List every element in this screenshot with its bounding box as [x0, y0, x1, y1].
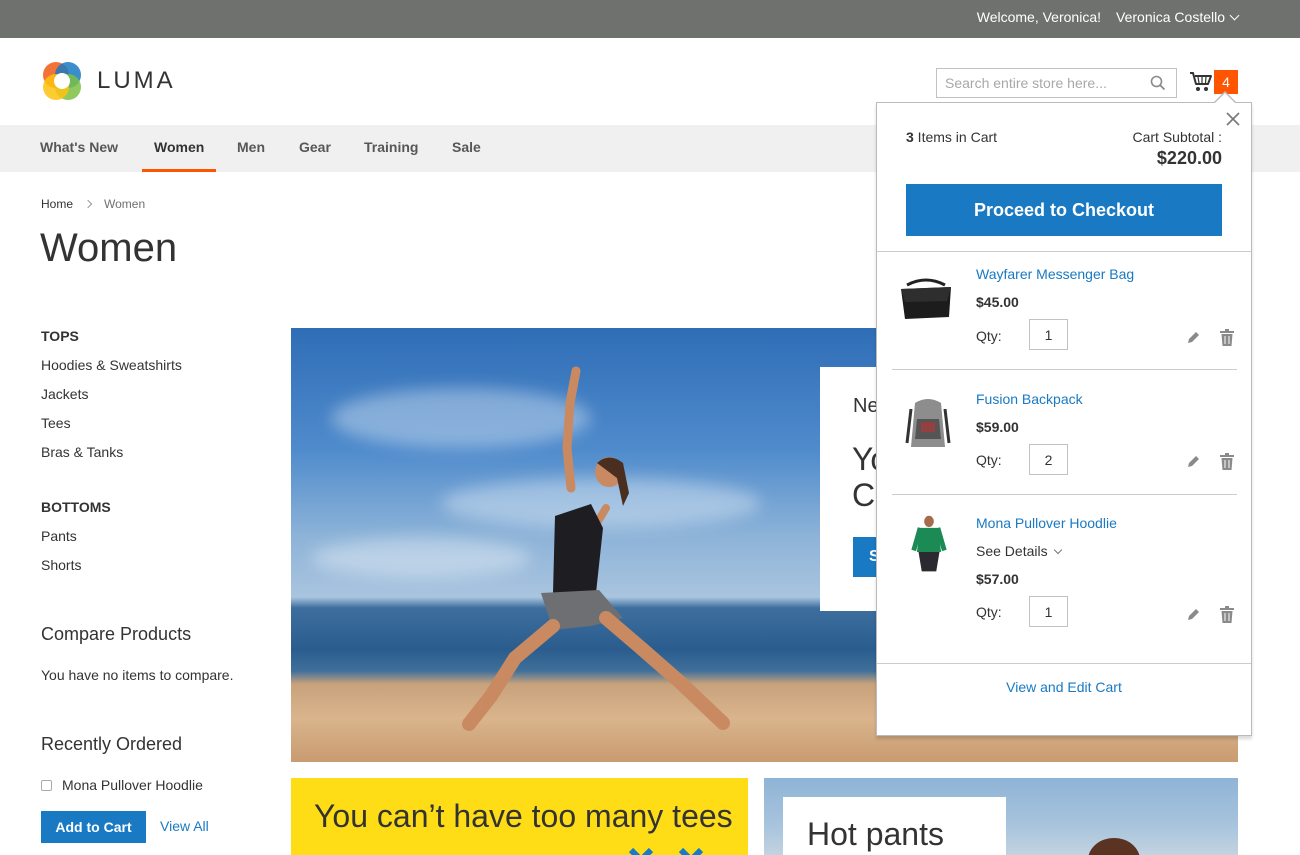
pencil-icon[interactable] — [1185, 607, 1201, 623]
account-menu[interactable]: Veronica Costello — [1116, 9, 1240, 25]
qty-input[interactable] — [1029, 319, 1068, 350]
promo-pants-text: Hot pants — [807, 816, 944, 852]
tops-heading: TOPS — [41, 328, 79, 344]
divider — [877, 663, 1251, 664]
search-box — [936, 68, 1177, 98]
product-thumbnail[interactable] — [900, 515, 958, 573]
cart-subtotal-value: $220.00 — [1156, 148, 1222, 168]
cart-items-count: 3 Items in Cart — [906, 129, 998, 145]
cart-item-price: $45.00 — [976, 294, 1019, 310]
view-all-link[interactable]: View All — [160, 818, 209, 834]
nav-item-women[interactable]: Women — [142, 125, 217, 172]
trash-icon[interactable] — [1220, 606, 1234, 623]
nav-item-men[interactable]: Men — [237, 125, 265, 172]
category-link[interactable]: Pants — [41, 528, 77, 544]
view-and-edit-cart-link[interactable]: View and Edit Cart — [877, 679, 1251, 695]
luma-logo-icon — [43, 62, 81, 100]
product-thumbnail[interactable] — [899, 395, 957, 453]
breadcrumb-current: Women — [104, 197, 146, 211]
see-details-toggle[interactable]: See Details — [976, 543, 1062, 559]
store-logo[interactable]: LUMA — [41, 60, 176, 102]
cart-item-price: $59.00 — [976, 419, 1019, 435]
recent-item-checkbox[interactable] — [41, 780, 52, 791]
category-link[interactable]: Jackets — [41, 386, 88, 402]
qty-input[interactable] — [1029, 596, 1068, 627]
qty-label: Qty: — [976, 604, 1002, 620]
category-link[interactable]: Bras & Tanks — [41, 444, 123, 460]
promo-pants-tile[interactable]: Hot pants — [764, 778, 1238, 855]
chevron-right-icon — [83, 199, 93, 209]
compare-products-title: Compare Products — [41, 624, 192, 644]
promo-tees-text: You can’t have too many tees — [314, 798, 733, 834]
qty-label: Qty: — [976, 452, 1002, 468]
nav-item-sale[interactable]: Sale — [452, 125, 481, 172]
cart-item-name[interactable]: Fusion Backpack — [976, 391, 1083, 407]
qty-label: Qty: — [976, 328, 1002, 344]
hero-callout-line3: C — [852, 477, 876, 513]
compare-empty-text: You have no items to compare. — [41, 667, 234, 683]
pencil-icon[interactable] — [1185, 330, 1201, 346]
logo-text: LUMA — [97, 67, 176, 94]
bottoms-heading: BOTTOMS — [41, 499, 111, 515]
promo-pants-card: Hot pants — [783, 797, 1006, 855]
promo-tees-tile[interactable]: You can’t have too many tees — [291, 778, 748, 855]
cart-item-name[interactable]: Wayfarer Messenger Bag — [976, 266, 1134, 282]
breadcrumb-home[interactable]: Home — [41, 197, 73, 211]
divider — [877, 251, 1251, 252]
account-name: Veronica Costello — [1116, 9, 1225, 25]
welcome-message: Welcome, Veronica! — [976, 9, 1101, 25]
page-title: Women — [40, 226, 178, 270]
category-link[interactable]: Hoodies & Sweatshirts — [41, 357, 182, 373]
breadcrumb: Home Women — [41, 197, 145, 211]
nav-item-whats-new[interactable]: What's New — [40, 125, 118, 172]
search-input[interactable] — [937, 69, 1137, 97]
category-link[interactable]: Tees — [41, 415, 71, 431]
chevron-down-icon — [1053, 545, 1062, 555]
cart-subtotal-label: Cart Subtotal : — [1132, 129, 1223, 145]
product-thumbnail[interactable] — [897, 271, 955, 329]
nav-item-gear[interactable]: Gear — [299, 125, 331, 172]
cart-item-price: $57.00 — [976, 571, 1019, 587]
cart-icon[interactable] — [1189, 71, 1213, 93]
trash-icon[interactable] — [1220, 329, 1234, 346]
cart-item-name[interactable]: Mona Pullover Hoodlie — [976, 515, 1117, 531]
recently-ordered-title: Recently Ordered — [41, 734, 183, 754]
pencil-icon[interactable] — [1185, 454, 1201, 470]
minicart-dropdown: 3 Items in Cart Cart Subtotal : $220.00 … — [876, 91, 1252, 736]
add-to-cart-button[interactable]: Add to Cart — [41, 811, 146, 843]
category-link[interactable]: Shorts — [41, 557, 81, 573]
chevron-down-icon — [1229, 10, 1240, 21]
search-icon[interactable] — [1150, 75, 1166, 91]
close-icon[interactable] — [1225, 111, 1241, 127]
trash-icon[interactable] — [1220, 453, 1234, 470]
hero-callout-line1: Ne — [853, 395, 879, 417]
item-separator — [892, 494, 1237, 495]
qty-input[interactable] — [1029, 444, 1068, 475]
proceed-to-checkout-button[interactable]: Proceed to Checkout — [906, 184, 1222, 236]
item-separator — [892, 369, 1237, 370]
recent-item-label: Mona Pullover Hoodlie — [62, 777, 203, 793]
nav-item-training[interactable]: Training — [364, 125, 418, 172]
top-bar: Welcome, Veronica! Veronica Costello — [0, 0, 1300, 38]
